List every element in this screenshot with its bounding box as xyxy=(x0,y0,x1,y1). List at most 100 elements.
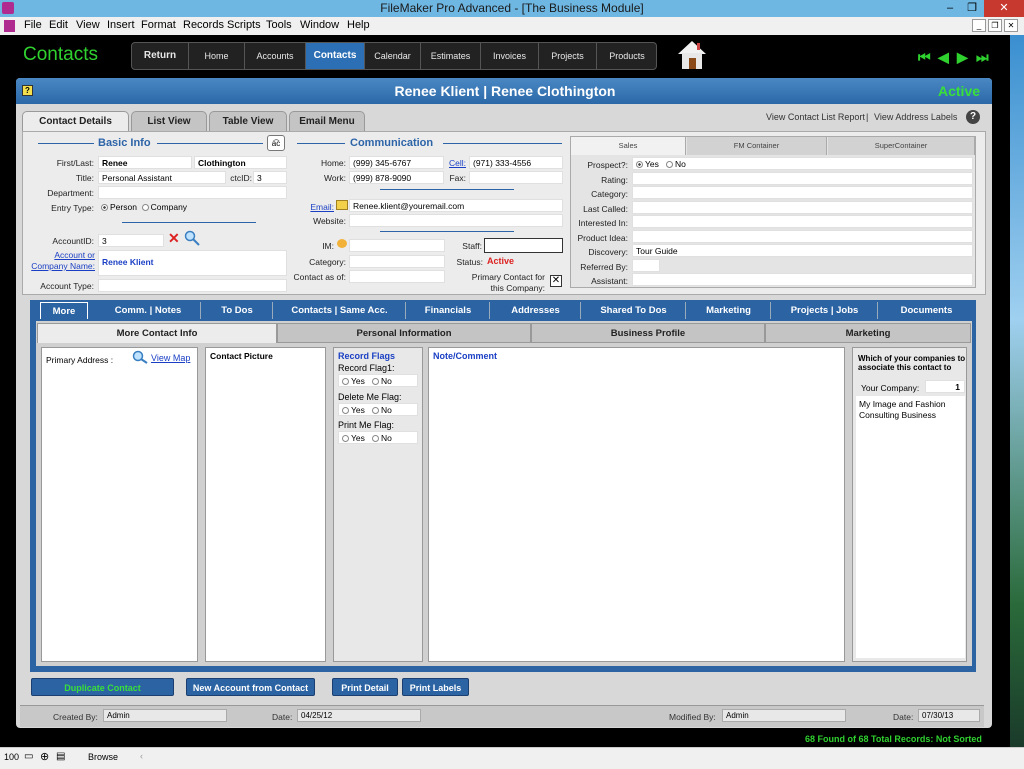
account-name-field[interactable]: Renee Klient xyxy=(98,250,287,276)
tab-addresses[interactable]: Addresses xyxy=(491,302,581,319)
menu-window[interactable]: Window xyxy=(300,19,339,31)
menu-tools[interactable]: Tools xyxy=(266,19,292,31)
title-field[interactable]: Personal Assistant xyxy=(98,171,226,184)
prospect-no-radio[interactable] xyxy=(665,161,673,169)
note-comment-box[interactable] xyxy=(428,347,845,662)
menu-scripts[interactable]: Scripts xyxy=(227,19,261,31)
referred-by-field[interactable] xyxy=(632,259,660,272)
flag1-yes-radio[interactable] xyxy=(342,378,349,386)
last-name-field[interactable]: Clothington xyxy=(194,156,287,169)
minimize-button[interactable]: – xyxy=(940,0,960,17)
menu-view[interactable]: View xyxy=(76,19,100,31)
home-icon[interactable] xyxy=(677,39,707,71)
spellcheck-icon[interactable]: a͡c xyxy=(267,135,285,151)
tab-contact-details[interactable]: Contact Details xyxy=(22,111,129,133)
rating-field[interactable] xyxy=(632,172,973,185)
mdi-close-button[interactable]: ✕ xyxy=(1004,19,1018,32)
first-name-field[interactable]: Renee xyxy=(98,156,192,169)
home-phone-field[interactable]: (999) 345-6767 xyxy=(349,156,444,169)
staff-field[interactable] xyxy=(484,238,563,253)
duplicate-contact-button[interactable]: Duplicate Contact xyxy=(31,678,174,696)
im-field[interactable] xyxy=(349,239,445,252)
tab-financials[interactable]: Financials xyxy=(407,302,490,319)
view-address-labels-link[interactable]: View Address Labels xyxy=(874,112,957,122)
sales-category-field[interactable] xyxy=(632,186,973,199)
tab-shared-todos[interactable]: Shared To Dos xyxy=(582,302,686,319)
nav-contacts[interactable]: Contacts xyxy=(306,43,365,69)
mdi-minimize-button[interactable]: _ xyxy=(972,19,986,32)
email-field[interactable]: Renee.klient@youremail.com xyxy=(349,199,563,212)
close-button[interactable]: ✕ xyxy=(984,0,1024,17)
im-icon[interactable] xyxy=(337,239,347,248)
nav-accounts[interactable]: Accounts xyxy=(245,43,306,69)
menu-file[interactable]: File xyxy=(24,19,42,31)
tab-marketing-inner[interactable]: Marketing xyxy=(765,323,971,343)
fax-field[interactable] xyxy=(469,171,563,184)
tab-supercontainer[interactable]: SuperContainer xyxy=(828,137,975,155)
accountid-field[interactable]: 3 xyxy=(98,234,164,247)
category-field[interactable] xyxy=(349,255,445,268)
first-record-icon[interactable]: ⏮ xyxy=(918,49,931,66)
tab-documents[interactable]: Documents xyxy=(879,302,974,319)
view-contact-list-report-link[interactable]: View Contact List Report xyxy=(766,112,865,122)
menu-insert[interactable]: Insert xyxy=(107,19,135,31)
tab-more-contact-info[interactable]: More Contact Info xyxy=(37,323,277,343)
tab-marketing[interactable]: Marketing xyxy=(687,302,771,319)
zoom-out-icon[interactable]: ▭ xyxy=(24,751,33,762)
tab-email-menu[interactable]: Email Menu xyxy=(289,111,365,131)
tab-fm-container[interactable]: FM Container xyxy=(687,137,827,155)
email-icon[interactable] xyxy=(336,200,348,210)
primary-contact-checkbox[interactable]: ✕ xyxy=(550,275,562,287)
nav-calendar[interactable]: Calendar xyxy=(365,43,421,69)
restore-button[interactable]: ❐ xyxy=(962,0,982,17)
nav-invoices[interactable]: Invoices xyxy=(481,43,539,69)
zoom-level[interactable]: 100 xyxy=(4,752,19,762)
department-field[interactable] xyxy=(98,186,287,199)
prospect-yes-radio[interactable] xyxy=(636,161,643,169)
print-yes-radio[interactable] xyxy=(342,435,349,443)
tab-business-profile[interactable]: Business Profile xyxy=(531,323,765,343)
scroll-left-icon[interactable]: ‹ xyxy=(140,751,143,761)
view-map-link[interactable]: View Map xyxy=(151,353,190,363)
contact-as-of-field[interactable] xyxy=(349,270,445,283)
company-name[interactable]: My Image and Fashion Consulting Business xyxy=(859,399,959,421)
nav-home[interactable]: Home xyxy=(189,43,245,69)
tab-sales[interactable]: Sales xyxy=(571,137,686,155)
flag1-no-radio[interactable] xyxy=(371,378,379,386)
menu-records[interactable]: Records xyxy=(183,19,224,31)
last-called-field[interactable] xyxy=(632,201,973,214)
work-phone-field[interactable]: (999) 878-9090 xyxy=(349,171,444,184)
search-icon[interactable] xyxy=(184,230,200,246)
your-company-field[interactable]: 1 xyxy=(925,380,965,393)
print-no-radio[interactable] xyxy=(371,435,379,443)
tab-more[interactable]: More xyxy=(40,302,88,319)
menu-help[interactable]: Help xyxy=(347,19,370,31)
map-search-icon[interactable] xyxy=(132,350,148,364)
website-field[interactable] xyxy=(349,214,563,227)
print-detail-button[interactable]: Print Detail xyxy=(332,678,398,696)
info-icon[interactable]: ? xyxy=(966,110,980,124)
mdi-restore-button[interactable]: ❐ xyxy=(988,19,1002,32)
tab-contacts-same-acc[interactable]: Contacts | Same Acc. xyxy=(274,302,406,319)
nav-projects[interactable]: Projects xyxy=(539,43,597,69)
nav-estimates[interactable]: Estimates xyxy=(421,43,481,69)
last-record-icon[interactable]: ⏭ xyxy=(976,49,989,66)
assistant-field[interactable] xyxy=(632,273,973,286)
interested-in-field[interactable] xyxy=(632,215,973,228)
delete-yes-radio[interactable] xyxy=(342,407,349,415)
next-record-icon[interactable]: ▶ xyxy=(957,49,968,66)
account-type-field[interactable] xyxy=(98,279,287,292)
tab-table-view[interactable]: Table View xyxy=(209,111,287,131)
zoom-in-icon[interactable]: ⊕ xyxy=(40,750,49,763)
cell-phone-link[interactable]: Cell: xyxy=(444,158,466,168)
entry-company-radio[interactable] xyxy=(141,204,149,212)
nav-products[interactable]: Products xyxy=(597,43,657,69)
contact-picture-box[interactable] xyxy=(205,347,326,662)
prev-record-icon[interactable]: ◀ xyxy=(938,49,949,66)
print-labels-button[interactable]: Print Labels xyxy=(402,678,469,696)
clear-icon[interactable]: ✕ xyxy=(168,230,180,247)
new-account-button[interactable]: New Account from Contact xyxy=(186,678,315,696)
delete-no-radio[interactable] xyxy=(371,407,379,415)
nav-return[interactable]: Return xyxy=(132,43,189,69)
tab-todos[interactable]: To Dos xyxy=(202,302,273,319)
